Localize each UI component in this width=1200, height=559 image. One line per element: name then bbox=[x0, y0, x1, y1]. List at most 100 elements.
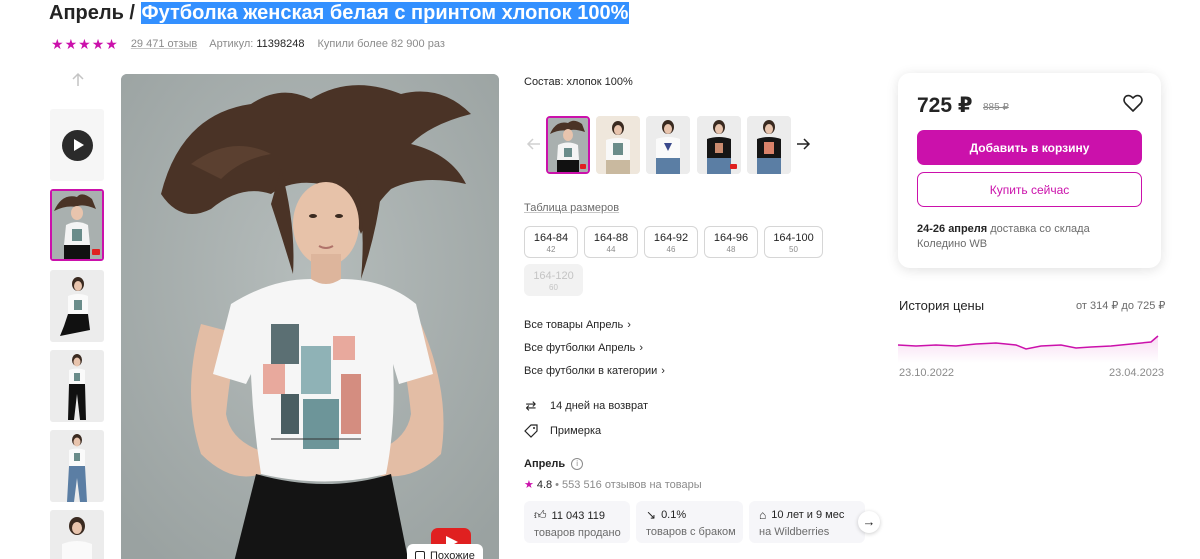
seller-rating: ★ 4.8 • 553 516 отзывов на товары bbox=[524, 478, 702, 492]
color-variant-5[interactable] bbox=[747, 116, 791, 174]
stat-value: 10 лет и 9 мес bbox=[771, 509, 845, 521]
article-value: 11398248 bbox=[256, 38, 305, 50]
star-icon: ★ bbox=[78, 36, 91, 52]
old-price: 885 ₽ bbox=[983, 102, 1009, 113]
price-card: 725 ₽ 885 ₽ Добавить в корзину Купить се… bbox=[898, 73, 1161, 268]
size-label: 164-92 bbox=[653, 232, 689, 244]
link-label: Все футболки в категории bbox=[524, 365, 658, 377]
chevron-right-icon: › bbox=[639, 342, 644, 354]
warehouse-name[interactable]: Коледино WB bbox=[917, 238, 987, 250]
thumbs-up-icon: 👍︎ bbox=[534, 508, 547, 522]
size-ru: 42 bbox=[546, 245, 556, 254]
stat-value: 11 043 119 bbox=[551, 509, 605, 522]
color-variant-1[interactable] bbox=[546, 116, 590, 174]
main-product-photo[interactable]: Похожие bbox=[121, 74, 499, 559]
color-variant-2[interactable] bbox=[596, 116, 640, 174]
article-number[interactable]: Артикул: 11398248 bbox=[209, 38, 304, 50]
size-table-link[interactable]: Таблица размеров bbox=[524, 202, 619, 214]
rating-stars: ★ ★ ★ ★ ★ bbox=[51, 37, 118, 51]
fitting-option: Примерка bbox=[524, 424, 601, 438]
gallery-thumbnail-4[interactable] bbox=[50, 430, 104, 502]
star-icon: ★ bbox=[105, 36, 118, 52]
size-label: 164-88 bbox=[593, 232, 629, 244]
link-label: Все футболки Апрель bbox=[524, 342, 636, 354]
all-category-tshirts-link[interactable]: Все футболки в категории › bbox=[524, 365, 665, 377]
gallery-thumbnail-3[interactable] bbox=[50, 350, 104, 422]
tag-icon bbox=[524, 424, 538, 438]
similar-button[interactable]: Похожие bbox=[407, 544, 483, 559]
arrow-left-icon[interactable] bbox=[526, 136, 542, 157]
stat-value: 0.1% bbox=[661, 509, 687, 521]
exchange-arrows-icon: ⇄ bbox=[525, 398, 537, 413]
seller-stat-defect: ↘ 0.1% товаров с браком bbox=[636, 501, 743, 543]
size-ru: 48 bbox=[726, 245, 736, 254]
return-policy: ⇄ 14 дней на возврат bbox=[524, 399, 648, 413]
product-meta: ★ ★ ★ ★ ★ 29 471 отзыв Артикул: 11398248… bbox=[51, 37, 445, 51]
video-thumbnail[interactable] bbox=[50, 109, 104, 181]
color-variant-3[interactable] bbox=[646, 116, 690, 174]
seller-stat-age: ⌂ 10 лет и 9 мес на Wildberries bbox=[749, 501, 865, 543]
price-history-chart[interactable] bbox=[896, 325, 1164, 363]
buy-now-button[interactable]: Купить сейчас bbox=[917, 172, 1142, 207]
stat-label: на Wildberries bbox=[759, 526, 830, 538]
gallery-thumbnail-1[interactable] bbox=[50, 189, 104, 261]
add-to-cart-button[interactable]: Добавить в корзину bbox=[917, 130, 1142, 165]
gallery-thumbnail-2[interactable] bbox=[50, 270, 104, 342]
size-label: 164-120 bbox=[533, 270, 574, 282]
link-label: Все товары Апрель bbox=[524, 319, 624, 331]
article-label: Артикул: bbox=[209, 38, 254, 50]
seller-reviews: 553 516 отзывов на товары bbox=[562, 478, 702, 491]
arrow-right-icon[interactable] bbox=[795, 136, 811, 157]
all-brand-products-link[interactable]: Все товары Апрель › bbox=[524, 319, 631, 331]
price-history-title: История цены bbox=[899, 298, 985, 313]
info-icon[interactable]: i bbox=[571, 458, 584, 470]
size-label: 164-100 bbox=[773, 232, 814, 244]
arrow-up-icon[interactable] bbox=[68, 70, 88, 90]
seller-rating-value: 4.8 bbox=[536, 478, 553, 491]
arrow-right-icon[interactable]: → bbox=[858, 511, 880, 533]
trend-down-icon: ↘ bbox=[646, 508, 657, 522]
price-history-start-date: 23.10.2022 bbox=[899, 367, 955, 379]
size-ru: 60 bbox=[549, 283, 558, 292]
return-label: 14 дней на возврат bbox=[550, 400, 648, 412]
star-icon: ★ bbox=[91, 36, 105, 52]
size-option[interactable]: 164-88 44 bbox=[584, 226, 638, 258]
product-title: Апрель / Футболка женская белая с принто… bbox=[49, 2, 630, 25]
play-icon bbox=[61, 129, 93, 161]
size-ru: 46 bbox=[666, 245, 676, 254]
size-option[interactable]: 164-84 42 bbox=[524, 226, 578, 258]
size-ru: 44 bbox=[606, 245, 616, 254]
size-label: 164-96 bbox=[713, 232, 749, 244]
star-icon: ★ bbox=[51, 36, 64, 52]
similar-icon bbox=[415, 551, 425, 559]
size-option[interactable]: 164-92 46 bbox=[644, 226, 698, 258]
seller-stat-sold: 👍︎ 11 043 119 товаров продано bbox=[524, 501, 630, 543]
brand-name[interactable]: Апрель / bbox=[49, 2, 135, 24]
reviews-link[interactable]: 29 471 отзыв bbox=[131, 38, 197, 50]
delivery-info: 24-26 апреля доставка со склада Коледино… bbox=[917, 222, 1090, 252]
star-icon: ★ bbox=[524, 479, 534, 491]
separator-dot: • bbox=[555, 478, 560, 491]
chevron-right-icon: › bbox=[627, 319, 631, 331]
gallery-thumbnail-5[interactable] bbox=[50, 510, 104, 559]
delivery-dates: 24-26 апреля bbox=[917, 223, 988, 235]
seller-name[interactable]: Апрель i bbox=[524, 458, 584, 470]
price-history-range: от 314 ₽ до 725 ₽ bbox=[1076, 300, 1166, 312]
all-brand-tshirts-link[interactable]: Все футболки Апрель › bbox=[524, 342, 643, 354]
size-ru: 50 bbox=[789, 245, 798, 254]
product-name: Футболка женская белая с принтом хлопок … bbox=[140, 2, 630, 24]
fitting-label: Примерка bbox=[550, 425, 602, 437]
color-variant-4[interactable] bbox=[697, 116, 741, 174]
size-option[interactable]: 164-100 50 bbox=[764, 226, 823, 258]
size-option[interactable]: 164-96 48 bbox=[704, 226, 758, 258]
composition-text: Состав: хлопок 100% bbox=[524, 76, 633, 88]
stat-label: товаров с браком bbox=[646, 526, 736, 538]
chevron-right-icon: › bbox=[661, 365, 665, 377]
heart-icon[interactable] bbox=[1122, 92, 1144, 114]
similar-label: Похожие bbox=[430, 550, 475, 559]
delivery-text: доставка со склада bbox=[990, 223, 1090, 235]
purchase-count: Купили более 82 900 раз bbox=[317, 38, 445, 50]
size-option-unavailable: 164-120 60 bbox=[524, 264, 583, 296]
price-history-end-date: 23.04.2023 bbox=[1109, 367, 1165, 379]
seller-name-label: Апрель bbox=[524, 458, 566, 470]
